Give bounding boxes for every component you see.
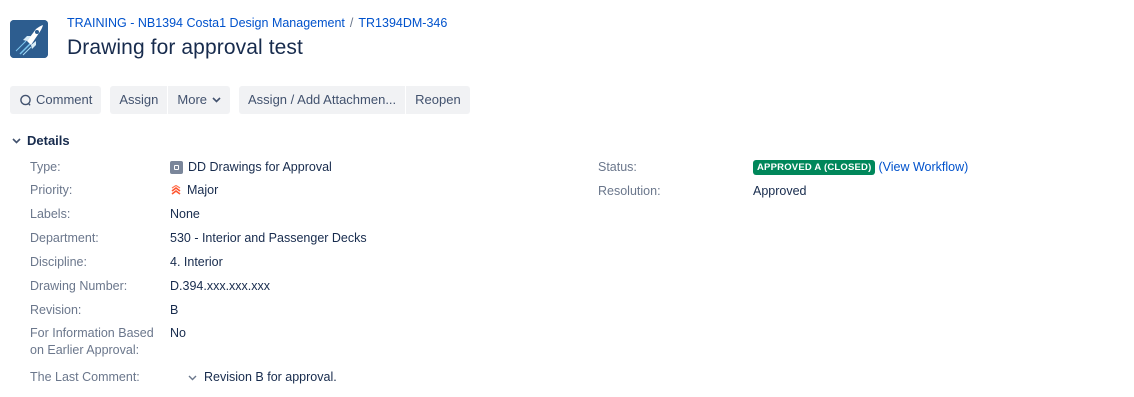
comment-group: Comment	[10, 86, 102, 114]
last-comment-label: The Last Comment:	[30, 370, 140, 384]
priority-value: Major	[170, 182, 218, 199]
status-value: APPROVED A (CLOSED) (View Workflow)	[753, 159, 968, 176]
chevron-down-icon[interactable]	[188, 375, 197, 381]
department-label: Department:	[30, 231, 99, 245]
priority-label: Priority:	[30, 183, 73, 197]
comment-icon	[19, 94, 32, 107]
comment-button-label: Comment	[36, 92, 93, 107]
info-label-line2: on Earlier Approval:	[30, 343, 140, 357]
revision-value: B	[170, 303, 179, 317]
reopen-button[interactable]: Reopen	[406, 86, 470, 114]
labels-value: None	[170, 207, 200, 221]
breadcrumb-project-link[interactable]: TRAINING - NB1394 Costa1 Design Manageme…	[67, 16, 345, 30]
chevron-down-icon	[212, 97, 221, 103]
type-label: Type:	[30, 160, 61, 174]
priority-major-icon	[170, 184, 182, 197]
priority-value-text: Major	[187, 183, 219, 197]
drawing-number-label: Drawing Number:	[30, 279, 128, 293]
type-value: DD Drawings for Approval	[170, 159, 332, 176]
info-earlier-approval-value: No	[170, 326, 186, 340]
drawing-number-value: D.394.xxx.xxx.xxx	[170, 279, 271, 293]
breadcrumb-separator: /	[349, 16, 354, 30]
resolution-label: Resolution:	[598, 184, 661, 198]
discipline-value: 4. Interior	[170, 255, 223, 269]
status-badge: APPROVED A (CLOSED)	[753, 160, 876, 175]
issue-type-icon	[170, 161, 183, 174]
info-label-line1: For Information Based	[30, 326, 154, 340]
view-workflow-link[interactable]: (View Workflow)	[878, 159, 968, 176]
labels-label: Labels:	[30, 207, 71, 221]
details-toggle[interactable]: Details	[12, 133, 70, 148]
more-button[interactable]: More	[168, 86, 231, 114]
assign-button[interactable]: Assign	[110, 86, 169, 114]
breadcrumb-issue-key[interactable]: TR1394DM-346	[358, 16, 447, 30]
page-title: Drawing for approval test	[67, 36, 303, 59]
status-label: Status:	[598, 160, 637, 174]
comment-button[interactable]: Comment	[10, 86, 102, 114]
issue-toolbar: Comment Assign More Assign / Add Attachm…	[10, 86, 479, 114]
rocket-icon	[10, 20, 48, 58]
info-earlier-approval-label: For Information Based on Earlier Approva…	[30, 325, 170, 359]
workflow-group: Assign / Add Attachmen... Reopen	[239, 86, 470, 114]
resolution-value: Approved	[753, 184, 807, 198]
assign-add-attachment-button[interactable]: Assign / Add Attachmen...	[239, 86, 407, 114]
department-value: 530 - Interior and Passenger Decks	[170, 231, 367, 245]
breadcrumb: TRAINING - NB1394 Costa1 Design Manageme…	[67, 16, 447, 30]
last-comment-value[interactable]: Revision B for approval.	[186, 369, 337, 386]
type-value-text: DD Drawings for Approval	[188, 160, 332, 174]
discipline-label: Discipline:	[30, 255, 87, 269]
revision-label: Revision:	[30, 303, 82, 317]
project-avatar[interactable]	[10, 20, 48, 58]
chevron-down-icon	[12, 137, 21, 144]
more-button-label: More	[177, 92, 208, 107]
details-heading: Details	[27, 133, 70, 148]
assign-more-group: Assign More	[110, 86, 231, 114]
last-comment-text: Revision B for approval.	[204, 370, 337, 384]
